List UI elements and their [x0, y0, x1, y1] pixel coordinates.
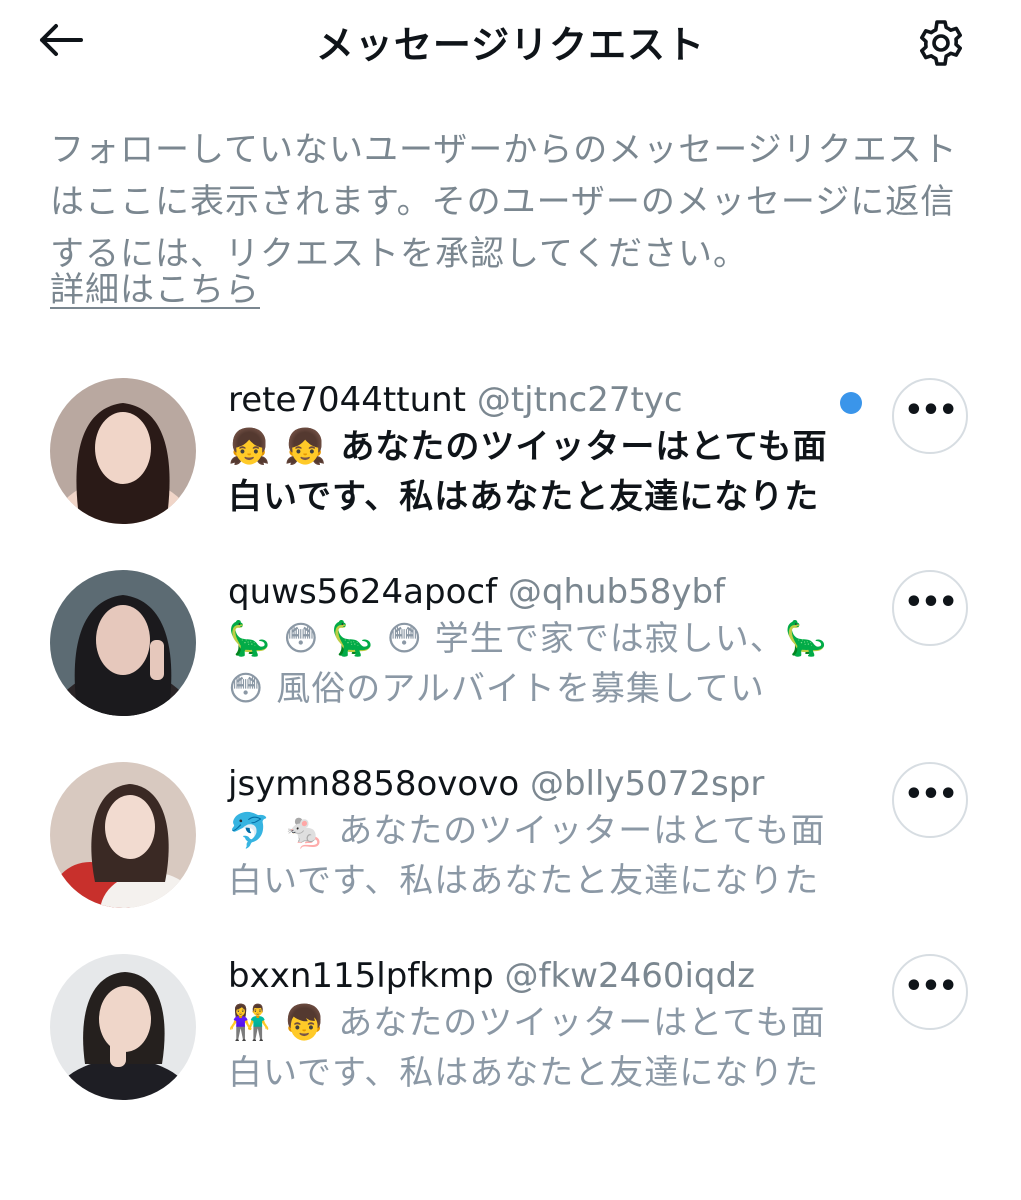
request-content: bxxn115lpfkmp @fkw2460iqdz 👫 👦 あなたのツイッター… — [228, 954, 858, 1098]
request-content: rete7044ttunt @tjtnc27tyc 👧 👧 あなたのツイッターは… — [228, 378, 858, 522]
message-preview: 👧 👧 あなたのツイッターはとても面白いです、私はあなたと友達になりた — [228, 427, 828, 517]
more-options-button[interactable]: ••• — [892, 954, 968, 1030]
more-options-button[interactable]: ••• — [892, 570, 968, 646]
more-icon: ••• — [904, 585, 958, 620]
list-item[interactable]: rete7044ttunt @tjtnc27tyc 👧 👧 あなたのツイッターは… — [0, 378, 1021, 568]
display-name: quws5624apocf — [228, 572, 498, 612]
message-preview: 🐬 🐁 あなたのツイッターはとても面白いです、私はあなたと友達になりた — [228, 811, 826, 901]
user-handle: @fkw2460iqdz — [504, 956, 755, 996]
gear-icon — [920, 20, 962, 66]
list-item[interactable]: bxxn115lpfkmp @fkw2460iqdz 👫 👦 あなたのツイッター… — [0, 954, 1021, 1144]
more-options-button[interactable]: ••• — [892, 378, 968, 454]
display-name: jsymn8858ovovo — [228, 764, 520, 804]
unread-indicator-dot — [840, 392, 862, 414]
more-options-button[interactable]: ••• — [892, 762, 968, 838]
request-content: quws5624apocf @qhub58ybf 🦕 😳 🦕 😳 学生で家では寂… — [228, 570, 858, 714]
display-name: bxxn115lpfkmp — [228, 956, 494, 996]
learn-more-link[interactable]: 詳細はこちら — [50, 264, 260, 316]
user-names: quws5624apocf @qhub58ybf — [228, 570, 858, 614]
more-icon: ••• — [904, 777, 958, 812]
avatar[interactable] — [50, 378, 196, 524]
user-handle: @tjtnc27tyc — [476, 380, 683, 420]
user-names: bxxn115lpfkmp @fkw2460iqdz — [228, 954, 858, 998]
avatar[interactable] — [50, 762, 196, 908]
list-item[interactable]: jsymn8858ovovo @blly5072spr 🐬 🐁 あなたのツイッタ… — [0, 762, 1021, 952]
more-icon: ••• — [904, 969, 958, 1004]
top-bar: メッセージリクエスト — [0, 0, 1021, 80]
user-names: rete7044ttunt @tjtnc27tyc — [228, 378, 858, 422]
display-name: rete7044ttunt — [228, 380, 467, 420]
user-names: jsymn8858ovovo @blly5072spr — [228, 762, 858, 806]
more-icon: ••• — [904, 393, 958, 428]
info-text: フォローしていないユーザーからのメッセージリクエストはここに表示されます。そのユ… — [50, 130, 958, 274]
avatar[interactable] — [50, 954, 196, 1100]
user-handle: @qhub58ybf — [507, 572, 726, 612]
user-handle: @blly5072spr — [529, 764, 765, 804]
message-preview: 👫 👦 あなたのツイッターはとても面白いです、私はあなたと友達になりた — [228, 1003, 826, 1093]
avatar[interactable] — [50, 570, 196, 716]
request-content: jsymn8858ovovo @blly5072spr 🐬 🐁 あなたのツイッタ… — [228, 762, 858, 906]
settings-button[interactable] — [914, 16, 968, 70]
page-title: メッセージリクエスト — [315, 23, 706, 67]
list-item[interactable]: quws5624apocf @qhub58ybf 🦕 😳 🦕 😳 学生で家では寂… — [0, 570, 1021, 760]
message-preview: 🦕 😳 🦕 😳 学生で家では寂しい、🦕 😳 風俗のアルバイトを募集してい — [228, 619, 829, 709]
